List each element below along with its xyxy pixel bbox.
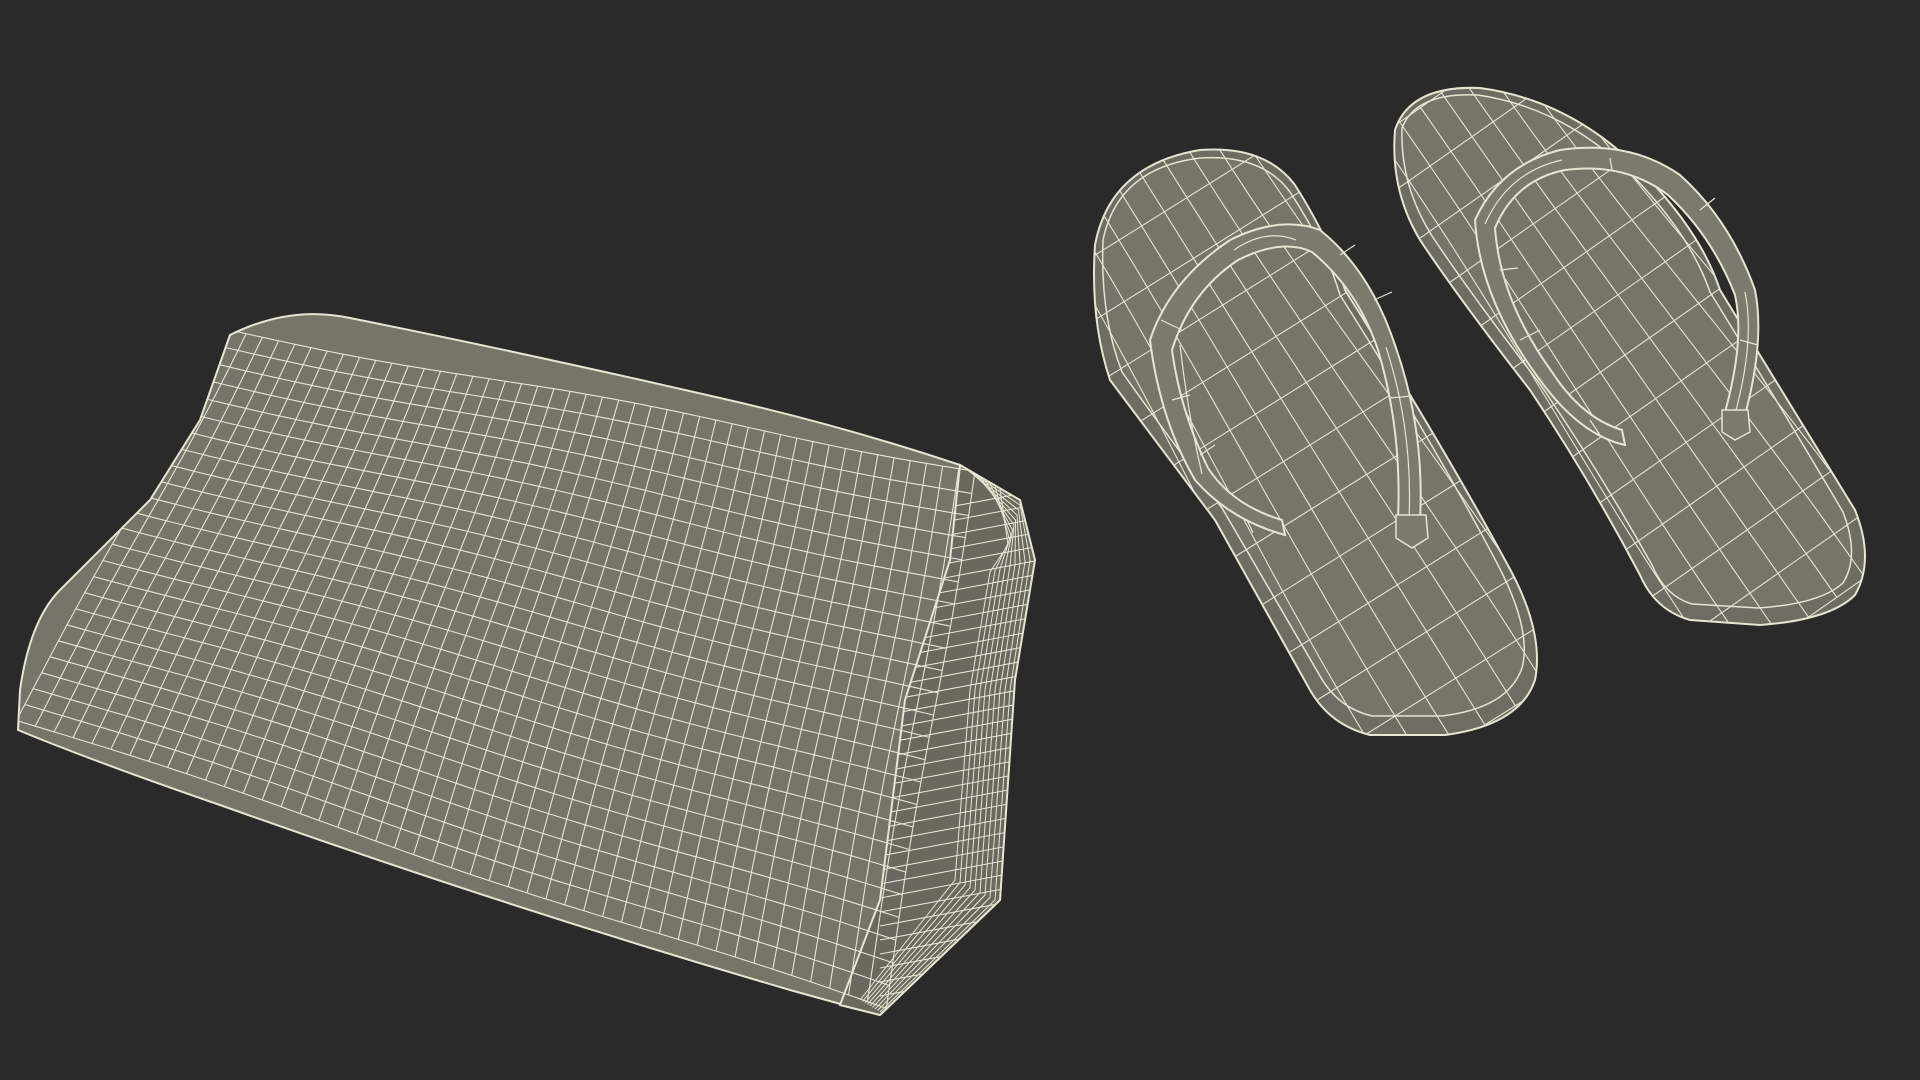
3d-viewport[interactable] bbox=[0, 0, 1920, 1080]
towel-body bbox=[16, 313, 1022, 1017]
folded-towel bbox=[16, 313, 1037, 1017]
wireframe-scene bbox=[16, 86, 1866, 1017]
